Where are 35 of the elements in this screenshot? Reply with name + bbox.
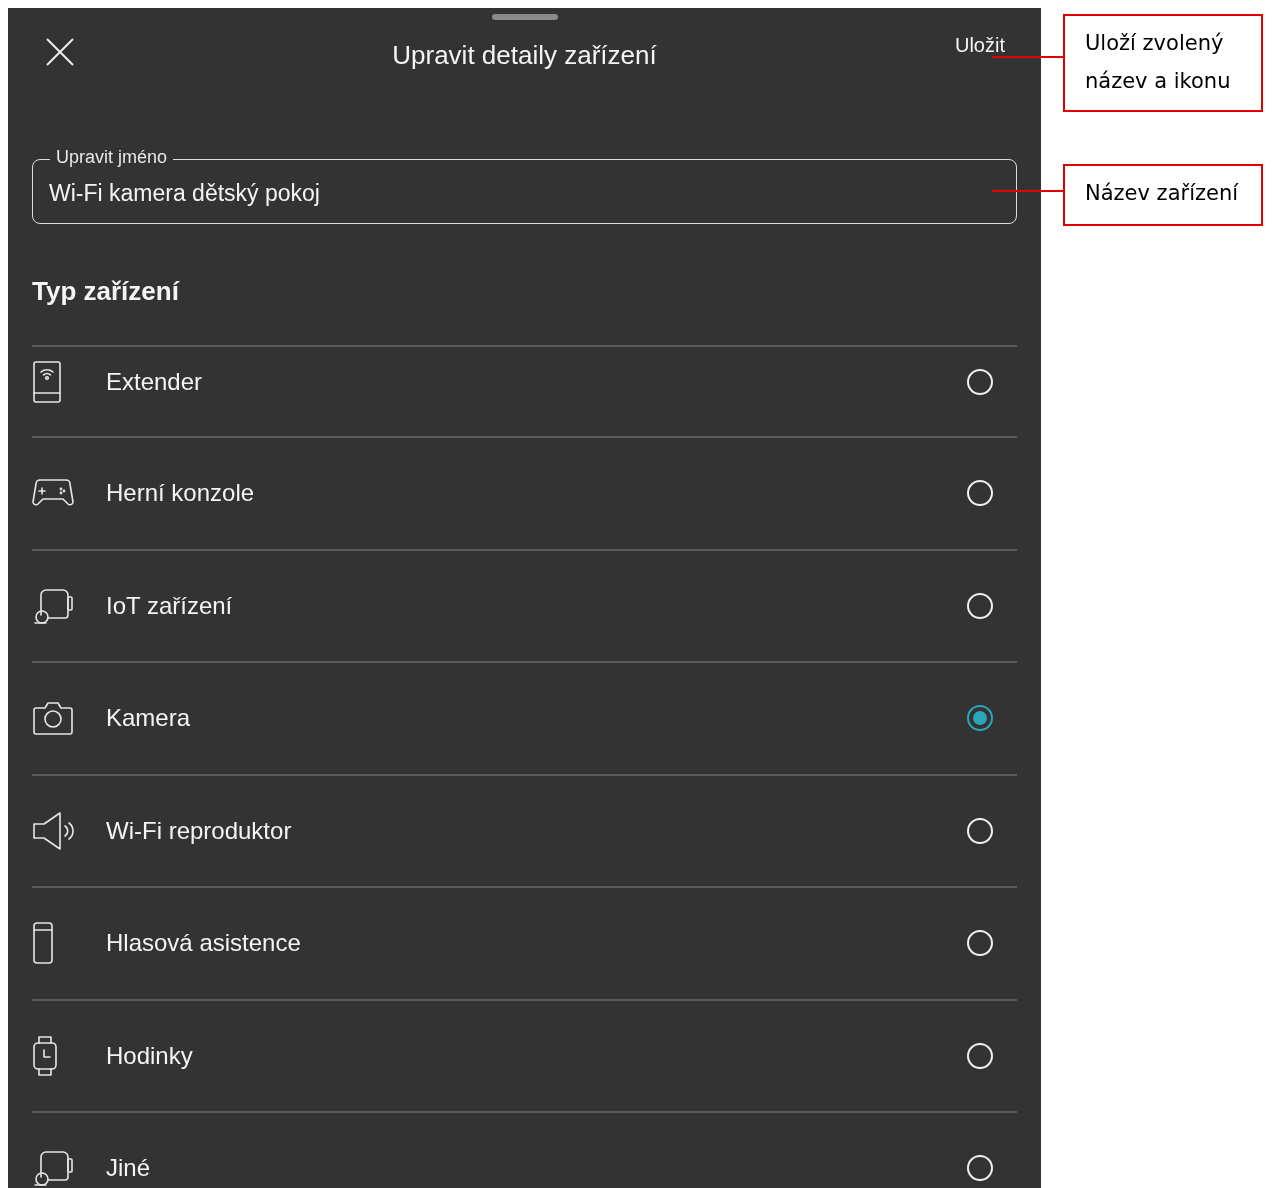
gamepad-icon (32, 478, 74, 509)
close-icon (46, 38, 74, 66)
device-type-option[interactable]: Kamera (32, 661, 1017, 774)
option-label: IoT zařízení (106, 591, 234, 620)
option-label: Hodinky (106, 1041, 194, 1070)
option-label: Kamera (106, 704, 192, 733)
annotation-callout: Název zařízení (1063, 164, 1263, 226)
option-label: Jiné (106, 1154, 152, 1183)
smart-device-icon (32, 1149, 74, 1188)
device-type-option[interactable]: Hodinky (32, 998, 1017, 1111)
device-type-option[interactable]: Hlasová asistence (32, 886, 1017, 999)
option-label: Wi-Fi reproduktor (106, 816, 293, 845)
camera-icon (32, 700, 74, 737)
speaker-icon (32, 810, 74, 851)
device-type-option[interactable]: Jiné (32, 1111, 1017, 1188)
radio-button[interactable] (967, 705, 993, 732)
device-type-option[interactable]: Wi-Fi reproduktor (32, 773, 1017, 886)
watch-icon (32, 1034, 58, 1077)
leader-line (992, 190, 1064, 192)
drag-handle[interactable] (491, 14, 558, 20)
cylinder-speaker-icon (32, 922, 54, 965)
device-type-option[interactable]: Extender (32, 345, 1017, 436)
option-label: Herní konzole (106, 479, 256, 508)
device-type-option[interactable]: Herní konzole (32, 436, 1017, 549)
section-heading: Typ zařízení (32, 276, 181, 307)
option-label: Extender (106, 368, 204, 396)
sheet-title: Upravit detaily zařízení (391, 40, 658, 71)
leader-line (992, 56, 1064, 58)
wifi-extender-icon (32, 361, 62, 403)
annotation-callout: Uloží zvolený název a ikonu (1063, 14, 1263, 112)
smart-device-icon (32, 586, 74, 625)
option-label: Hlasová asistence (106, 929, 302, 958)
save-button[interactable]: Uložit (955, 34, 1005, 57)
field-label: Upravit jméno (50, 147, 174, 168)
device-type-option[interactable]: IoT zařízení (32, 548, 1017, 661)
